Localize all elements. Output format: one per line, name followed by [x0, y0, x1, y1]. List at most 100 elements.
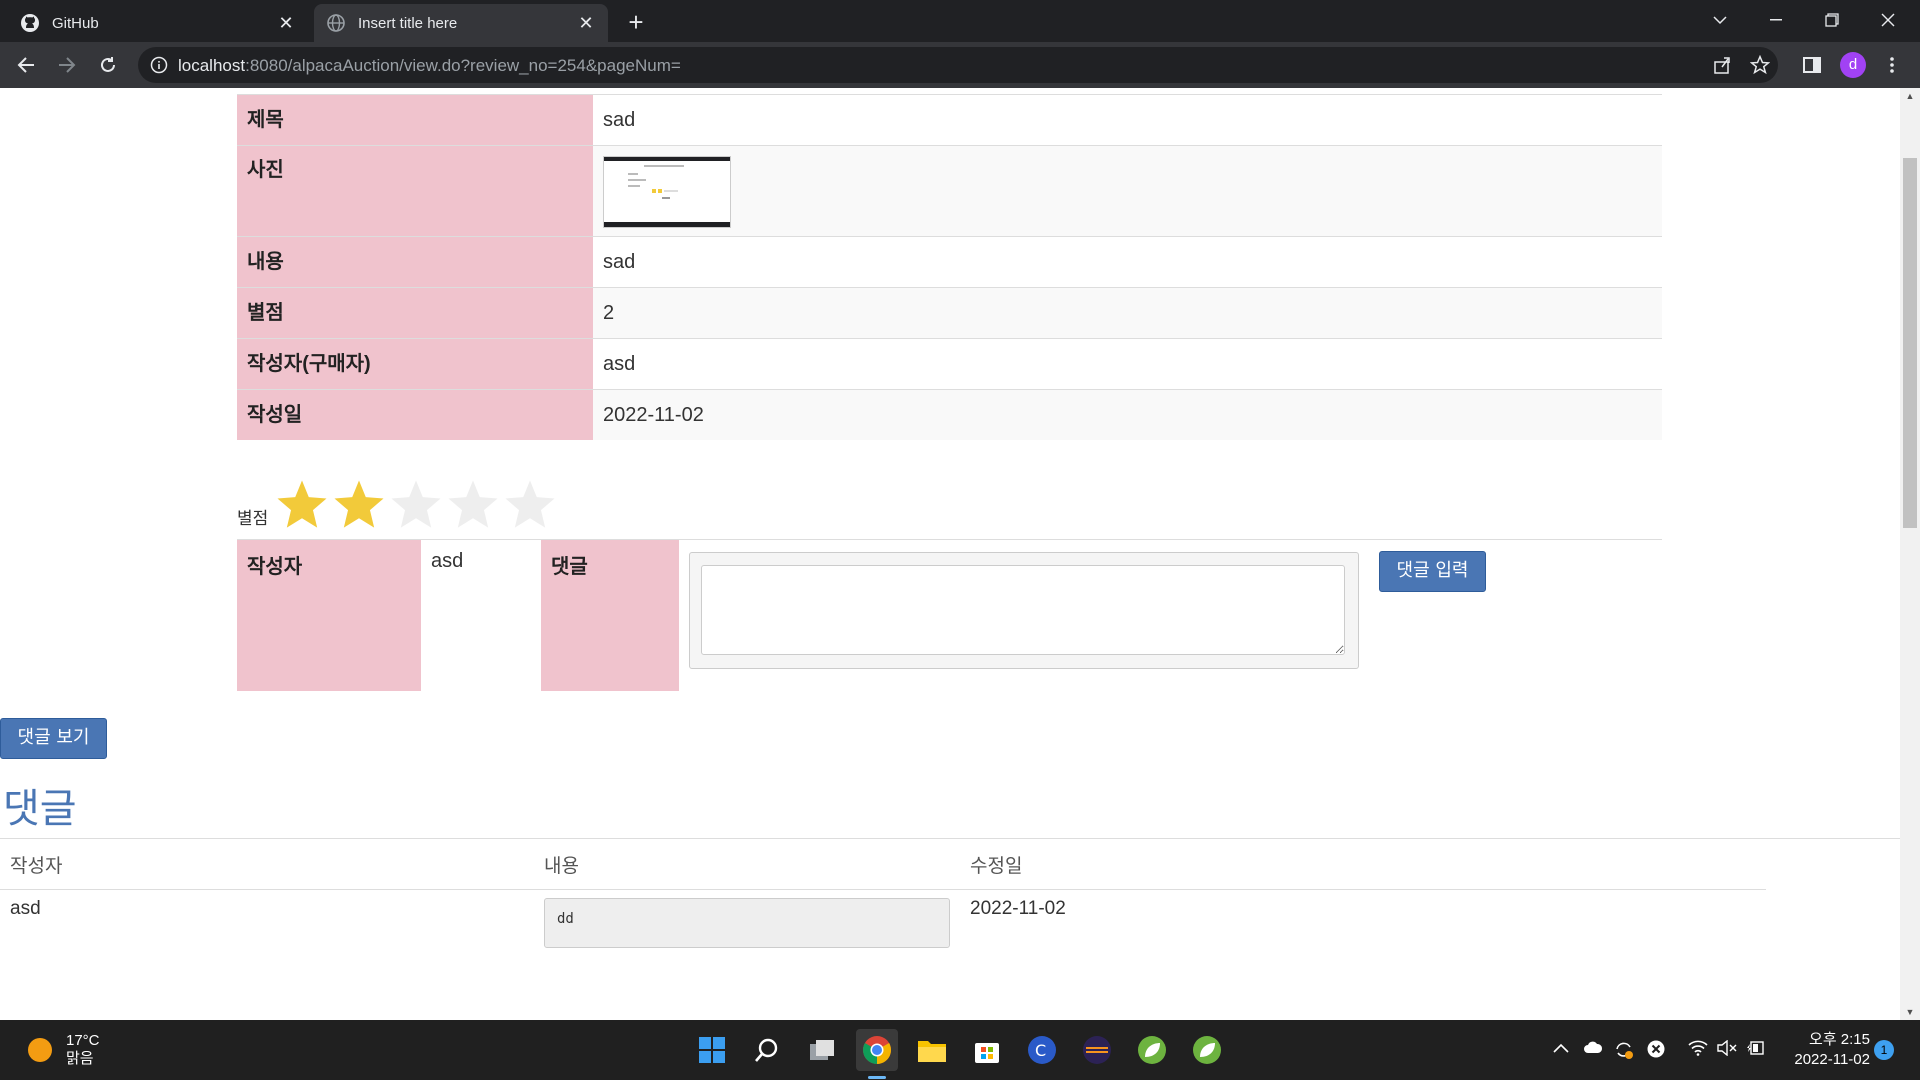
eclipse-icon[interactable]	[1076, 1029, 1118, 1071]
submit-comment-button[interactable]: 댓글 입력	[1379, 551, 1486, 592]
chevron-up-icon[interactable]	[1553, 1040, 1569, 1057]
review-writer-value: asd	[593, 338, 1662, 390]
browser-tab-bar: GitHub ✕ Insert title here ✕ +	[0, 0, 1920, 42]
comments-table: 작성자 내용 수정일 asd dd 2022-11-02	[0, 839, 1766, 956]
star-filled-icon	[334, 480, 384, 528]
star-rating-label: 별점	[237, 509, 269, 528]
close-window-button[interactable]	[1860, 0, 1916, 40]
clock-date: 2022-11-02	[1794, 1051, 1870, 1068]
table-row: 작성일 2022-11-02	[237, 389, 1662, 440]
url-path: :8080/alpacaAuction/view.do?review_no=25…	[245, 56, 681, 75]
forward-arrow-icon[interactable]	[51, 49, 83, 81]
github-icon	[20, 13, 40, 33]
close-tab-icon[interactable]: ✕	[576, 13, 596, 33]
tab-search-chevron-icon[interactable]	[1692, 0, 1748, 40]
review-detail-table: 제목 sad 사진 내용 sad 별점 2 작성자(구매자) asd 작성일 2…	[237, 94, 1662, 440]
review-date-value: 2022-11-02	[593, 389, 1662, 440]
comment-writer-value: asd	[431, 550, 464, 572]
share-icon[interactable]	[1708, 51, 1736, 79]
comment-label: 댓글	[541, 540, 679, 691]
scrollbar-thumb[interactable]	[1903, 158, 1917, 528]
star-empty-icon	[391, 480, 441, 528]
page-scrollbar[interactable]: ▲ ▼	[1900, 88, 1920, 1020]
row-label: 작성자(구매자)	[237, 338, 593, 390]
speaker-muted-icon[interactable]	[1717, 1039, 1737, 1060]
sync-icon[interactable]	[1614, 1040, 1634, 1064]
svg-text:C: C	[1035, 1041, 1046, 1060]
browser-toolbar: localhost:8080/alpacaAuction/view.do?rev…	[0, 42, 1920, 88]
scroll-up-arrow-icon[interactable]: ▲	[1900, 88, 1920, 104]
comment-writer: asd	[0, 889, 534, 956]
tab-title: GitHub	[52, 14, 99, 32]
comments-heading: 댓글	[3, 786, 77, 832]
url-text: localhost:8080/alpacaAuction/view.do?rev…	[178, 56, 681, 76]
star-filled-icon	[277, 480, 327, 528]
comment-textarea[interactable]	[701, 565, 1345, 655]
active-app-indicator	[868, 1076, 886, 1079]
scroll-down-arrow-icon[interactable]: ▼	[1900, 1004, 1920, 1020]
store-icon[interactable]	[966, 1029, 1008, 1071]
taskbar: 17°C 맑음 C 오후 2:15 2022-11-02 1	[0, 1020, 1920, 1080]
clock-time: 오후 2:15	[1809, 1031, 1870, 1048]
star-empty-icon	[448, 480, 498, 528]
table-row: 사진	[237, 145, 1662, 237]
review-photo-cell	[593, 145, 1662, 237]
column-header-date: 수정일	[970, 855, 1023, 877]
search-icon[interactable]	[746, 1029, 788, 1071]
review-title-value: sad	[593, 94, 1662, 146]
review-photo-thumbnail[interactable]	[603, 156, 731, 228]
star-rating: 별점	[237, 473, 559, 533]
table-row: 제목 sad	[237, 94, 1662, 146]
table-row: 별점 2	[237, 287, 1662, 339]
reload-icon[interactable]	[92, 49, 124, 81]
chrome-icon[interactable]	[856, 1029, 898, 1071]
bookmark-star-icon[interactable]	[1746, 51, 1774, 79]
weather-condition: 맑음	[66, 1050, 94, 1067]
start-windows-icon[interactable]	[691, 1029, 733, 1071]
comment-content: dd	[544, 898, 950, 948]
close-tab-icon[interactable]: ✕	[276, 13, 296, 33]
system-clock[interactable]: 오후 2:15 2022-11-02	[1770, 1030, 1870, 1070]
globe-icon	[326, 13, 346, 33]
site-info-icon[interactable]	[150, 56, 168, 74]
profile-avatar[interactable]: d	[1840, 52, 1866, 78]
column-header-content: 내용	[544, 855, 579, 877]
temperature: 17°C	[66, 1032, 100, 1049]
tab-github[interactable]: GitHub ✕	[8, 4, 308, 42]
view-comments-button[interactable]: 댓글 보기	[0, 718, 107, 759]
battery-icon[interactable]	[1746, 1040, 1766, 1060]
menu-kebab-icon[interactable]	[1878, 51, 1906, 79]
spring-tools-icon[interactable]	[1131, 1029, 1173, 1071]
row-label: 내용	[237, 236, 593, 288]
minimize-button[interactable]	[1748, 0, 1804, 40]
app-icon-blue[interactable]: C	[1021, 1029, 1063, 1071]
table-row: 작성자(구매자) asd	[237, 338, 1662, 390]
tab-title: Insert title here	[358, 14, 458, 32]
star-empty-icon	[505, 480, 555, 528]
tab-insert-title[interactable]: Insert title here ✕	[314, 4, 608, 42]
row-label: 작성일	[237, 389, 593, 440]
spring-tools-icon-2[interactable]	[1186, 1029, 1228, 1071]
address-bar[interactable]: localhost:8080/alpacaAuction/view.do?rev…	[138, 47, 1778, 83]
comments-header-row: 작성자 내용 수정일	[0, 839, 1766, 890]
file-explorer-icon[interactable]	[911, 1029, 953, 1071]
table-row: 내용 sad	[237, 236, 1662, 288]
column-header-writer: 작성자	[10, 855, 63, 877]
comment-date: 2022-11-02	[960, 889, 1766, 956]
side-panel-icon[interactable]	[1798, 51, 1826, 79]
row-label: 사진	[237, 145, 593, 237]
wifi-icon[interactable]	[1688, 1040, 1708, 1060]
notification-badge[interactable]: 1	[1874, 1040, 1894, 1060]
table-row: asd dd 2022-11-02	[0, 889, 1766, 956]
weather-widget[interactable]: 17°C 맑음	[28, 1032, 100, 1068]
row-label: 제목	[237, 94, 593, 146]
task-view-icon[interactable]	[801, 1029, 843, 1071]
back-arrow-icon[interactable]	[10, 49, 42, 81]
review-rating-value: 2	[593, 287, 1662, 339]
new-tab-button[interactable]: +	[622, 8, 650, 36]
cloud-icon[interactable]	[1583, 1040, 1603, 1058]
review-content-value: sad	[593, 236, 1662, 288]
sun-icon	[28, 1038, 52, 1062]
restore-button[interactable]	[1804, 0, 1860, 40]
close-circle-icon[interactable]	[1647, 1040, 1665, 1062]
